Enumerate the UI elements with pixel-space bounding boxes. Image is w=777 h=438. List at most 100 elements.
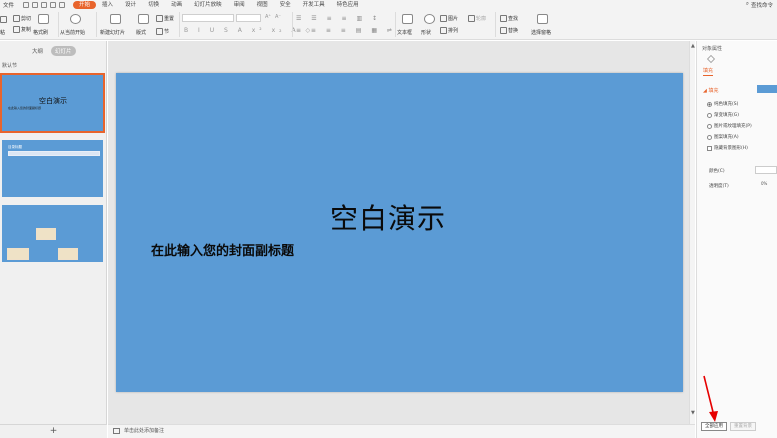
tab-review[interactable]: 审阅 (228, 1, 251, 9)
reset-background-button[interactable]: 重置背景 (730, 422, 756, 431)
thumb-title: 目录标题 (8, 145, 22, 149)
fill-section-header[interactable]: ◢ 填充 (703, 87, 718, 94)
option-gradient-fill[interactable]: 渐变填充(G) (707, 112, 739, 118)
reset-label: 重置 (164, 16, 175, 22)
paste-label[interactable]: 粘 (0, 29, 5, 36)
option-hide-background[interactable]: 隐藏背景图形(H) (707, 145, 748, 151)
section-label[interactable]: 默认节 (2, 62, 17, 69)
tab-fill[interactable]: 填充 (703, 67, 714, 76)
shape-button[interactable]: 形状 (421, 29, 431, 36)
slide-canvas[interactable]: 空白演示 在此输入您的封面副标题 (116, 73, 683, 392)
divider (179, 12, 180, 37)
layout-button[interactable]: 版式 (136, 29, 146, 36)
new-slide-icon[interactable] (110, 14, 121, 24)
new-slide-button[interactable]: 新建幻灯片 (100, 29, 125, 36)
cut-button[interactable]: 剪切 (13, 15, 31, 22)
scroll-up-icon[interactable]: ▲ (691, 43, 695, 49)
picture-icon (440, 15, 447, 22)
slide-subtitle[interactable]: 在此输入您的封面副标题 (151, 240, 294, 259)
tab-slides[interactable]: 幻灯片 (51, 46, 76, 56)
panel-tabs: 大纲 幻灯片 (28, 46, 76, 56)
grow-font-icon[interactable]: A⁺ (265, 14, 271, 20)
format-painter-icon[interactable] (38, 14, 49, 24)
color-picker[interactable] (755, 166, 777, 174)
vertical-scrollbar[interactable]: ▲ ▼ (689, 41, 695, 424)
color-label: 颜色(C) (709, 169, 725, 174)
replace-label: 替换 (508, 28, 519, 34)
picture-button[interactable]: 图片 (440, 15, 458, 22)
font-family-select[interactable] (182, 14, 234, 22)
add-slide-button[interactable]: + (0, 424, 107, 438)
slide-thumbnail-1[interactable]: 空白演示 在此输入您的封面副标题 (0, 73, 105, 133)
tab-design[interactable]: 设计 (119, 1, 142, 9)
tab-animation[interactable]: 动画 (165, 1, 188, 9)
search-command[interactable]: ⌕ 查找命令 (746, 0, 773, 9)
tab-features[interactable]: 特色应用 (331, 1, 365, 9)
replace-button[interactable]: 替换 (500, 27, 518, 34)
arrange-label: 排列 (448, 28, 459, 34)
slide-thumbnail-2[interactable]: 目录标题 (2, 140, 103, 197)
file-menu[interactable]: 文件 (0, 1, 17, 9)
align-icons[interactable]: ≡ ≡ ≡ ≡ ▤ ▦ ⇌ (296, 27, 396, 34)
reset-button[interactable]: 重置 (156, 15, 174, 22)
scroll-down-icon[interactable]: ▼ (691, 410, 695, 416)
tab-security[interactable]: 安全 (274, 1, 297, 9)
text-format-icons[interactable]: B I U S A x² x₂ A ◇ (184, 27, 314, 34)
shrink-font-icon[interactable]: A⁻ (275, 14, 281, 20)
divider (395, 12, 396, 37)
thumb-picture (58, 248, 78, 260)
tab-transition[interactable]: 切换 (142, 1, 165, 9)
tab-view[interactable]: 视图 (251, 1, 274, 9)
option-solid-fill[interactable]: 纯色填充(S) (707, 101, 738, 107)
option-label: 渐变填充(G) (714, 113, 739, 118)
play-icon[interactable] (70, 14, 81, 24)
tab-developer[interactable]: 开发工具 (297, 1, 331, 9)
preview-icon[interactable] (41, 1, 48, 8)
copy-icon (13, 26, 20, 33)
radio-icon[interactable] (707, 101, 712, 107)
save-icon[interactable] (23, 1, 30, 8)
notes-bar[interactable]: 单击此处添加备注 (108, 424, 695, 438)
shape-icon[interactable] (424, 14, 435, 24)
transparency-input[interactable]: 0% (761, 181, 771, 189)
outline-label: 轮廓 (476, 16, 487, 22)
format-painter-label[interactable]: 格式刷 (33, 29, 48, 36)
select-pane-button[interactable]: 选择窗格 (531, 29, 551, 36)
arrange-button[interactable]: 排列 (440, 27, 458, 34)
section-button[interactable]: 节 (156, 28, 169, 35)
textbox-button[interactable]: 文本框 (397, 29, 412, 36)
tab-home[interactable]: 开始 (73, 0, 97, 9)
paste-button[interactable] (0, 16, 8, 23)
print-icon[interactable] (32, 1, 39, 8)
list-format-icons[interactable]: ☰ ☰ ≡ ≡ ▥ ↕ (296, 15, 381, 22)
scissors-icon (13, 15, 20, 22)
slide-thumbnail-3[interactable] (2, 205, 103, 262)
font-size-select[interactable] (236, 14, 261, 22)
annotation-arrow (703, 375, 718, 422)
option-picture-fill[interactable]: 图片或纹理填充(P) (707, 123, 752, 129)
thumb-picture (36, 228, 56, 240)
option-label: 图片或纹理填充(P) (714, 124, 752, 129)
option-pattern-fill[interactable]: 图案填充(A) (707, 134, 739, 140)
undo-icon[interactable] (50, 1, 57, 8)
from-current-button[interactable]: 从当前开始 (60, 29, 85, 36)
radio-icon[interactable] (707, 134, 712, 140)
fill-color-swatch (757, 85, 777, 93)
tab-outline[interactable]: 大纲 (28, 46, 47, 56)
tab-insert[interactable]: 插入 (96, 1, 119, 9)
copy-button[interactable]: 复制 (13, 26, 31, 33)
redo-icon[interactable] (59, 1, 66, 8)
radio-icon[interactable] (707, 112, 712, 118)
layout-icon[interactable] (138, 14, 149, 24)
select-pane-icon[interactable] (537, 14, 548, 24)
find-button[interactable]: 查找 (500, 15, 518, 22)
menu-bar: 文件 开始 插入 设计 切换 动画 幻灯片放映 审阅 视图 安全 开发工具 特色… (0, 0, 777, 9)
checkbox-icon[interactable] (707, 145, 712, 151)
divider (495, 12, 496, 37)
outline-button[interactable]: 轮廓 (468, 15, 486, 22)
slide-title[interactable]: 空白演示 (330, 197, 446, 237)
radio-icon[interactable] (707, 123, 712, 129)
ribbon-tabs: 开始 插入 设计 切换 动画 幻灯片放映 审阅 视图 安全 开发工具 特色应用 (73, 0, 365, 9)
textbox-icon[interactable] (402, 14, 413, 24)
tab-slideshow[interactable]: 幻灯片放映 (188, 1, 228, 9)
